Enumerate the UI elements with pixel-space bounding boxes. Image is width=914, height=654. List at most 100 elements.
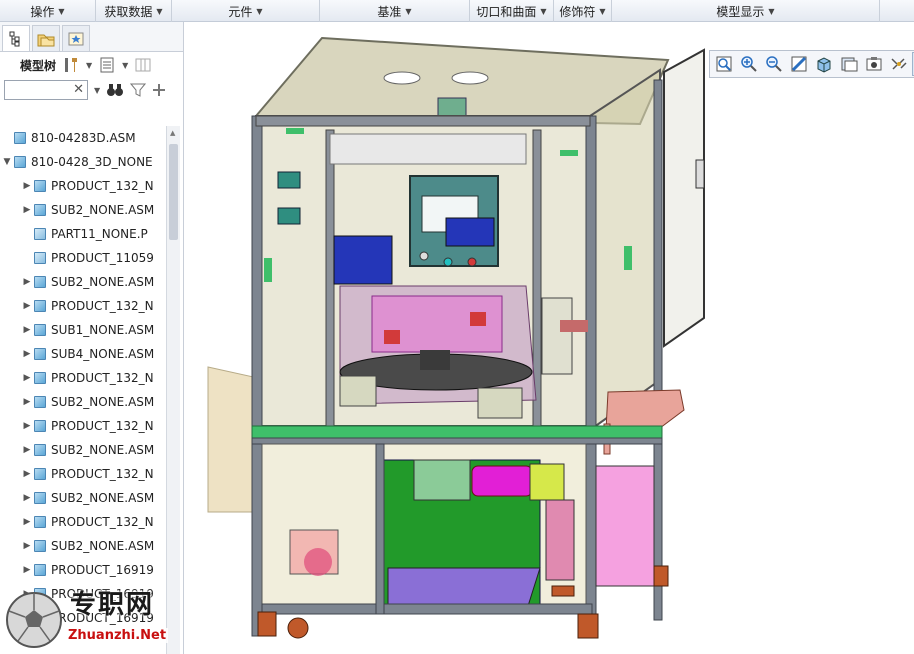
tree-row[interactable]: ▶ SUB2_NONE.ASM xyxy=(0,438,166,462)
chevron-down-icon[interactable]: ▼ xyxy=(94,86,100,95)
chevron-down-icon[interactable]: ▼ xyxy=(122,61,128,70)
expand-icon[interactable]: ▶ xyxy=(20,421,34,431)
side-frame xyxy=(545,499,575,581)
menu-group-cut-surface[interactable]: 切口和曲面 ▼ xyxy=(470,0,554,22)
expand-icon[interactable]: ▶ xyxy=(20,181,34,191)
show-settings-icon[interactable] xyxy=(98,56,116,74)
zoom-out-button[interactable] xyxy=(762,52,786,76)
motor-bracket xyxy=(529,463,565,501)
assembly-model-view[interactable] xyxy=(185,22,914,654)
tree-row-label: PRODUCT_11059 xyxy=(51,251,154,265)
zoom-in-button[interactable] xyxy=(737,52,761,76)
navigator-panel: 模型树 ▼ ▼ ✕ ▼ 810-04283D.ASM ▼ 810-0428_3D_N… xyxy=(0,22,184,654)
view-manager-icon xyxy=(866,57,882,71)
frame-post-inner xyxy=(325,129,335,431)
tree-row[interactable]: ▶ PRODUCT_132_N xyxy=(0,462,166,486)
tree-row[interactable]: ▶ SUB4_NONE.ASM xyxy=(0,342,166,366)
assembly-icon xyxy=(34,492,46,504)
menu-group-model-display[interactable]: 模型显示 ▼ xyxy=(612,0,880,22)
datum-display-button[interactable] xyxy=(887,52,911,76)
menu-group-component[interactable]: 元件 ▼ xyxy=(172,0,320,22)
scrollbar-thumb[interactable] xyxy=(169,144,178,240)
green-clip xyxy=(560,150,578,156)
expand-icon[interactable]: ▶ xyxy=(20,301,34,311)
tree-row-label: SUB2_NONE.ASM xyxy=(51,443,155,457)
filter-icon[interactable] xyxy=(130,82,147,98)
menu-group-modifiers[interactable]: 修饰符 ▼ xyxy=(554,0,612,22)
tree-row-label: PRODUCT_132_N xyxy=(51,299,154,313)
expand-icon[interactable]: ▶ xyxy=(20,349,34,359)
open-door xyxy=(663,48,705,348)
tab-model-tree[interactable] xyxy=(2,25,30,51)
model-tree-toolbar: 模型树 ▼ ▼ xyxy=(0,52,183,78)
menu-group-label: 基准 xyxy=(377,4,402,19)
expand-icon[interactable]: ▶ xyxy=(20,325,34,335)
tree-row[interactable]: ▶ SUB2_NONE.ASM xyxy=(0,270,166,294)
tree-row[interactable]: 810-04283D.ASM xyxy=(0,126,166,150)
zoom-out-icon xyxy=(766,56,782,72)
tree-row[interactable]: ▶ PRODUCT_132_N xyxy=(0,174,166,198)
tree-row-label: SUB1_NONE.ASM xyxy=(51,323,155,337)
chevron-down-icon: ▼ xyxy=(768,6,775,16)
menu-group-more xyxy=(880,0,914,22)
tree-row[interactable]: ▶ PRODUCT_132_N xyxy=(0,366,166,390)
graphics-window[interactable] xyxy=(185,22,914,654)
tree-row[interactable]: PRODUCT_11059 xyxy=(0,246,166,270)
tab-favorites[interactable] xyxy=(62,25,90,51)
view-manager-button[interactable] xyxy=(862,52,886,76)
expand-icon[interactable]: ▶ xyxy=(20,397,34,407)
collapse-icon[interactable]: ▼ xyxy=(0,157,14,167)
tree-row[interactable]: ▼ 810-0428_3D_NONE xyxy=(0,150,166,174)
binoculars-icon[interactable] xyxy=(106,82,124,98)
tree-row[interactable]: ▶ SUB2_NONE.ASM xyxy=(0,198,166,222)
menu-group-label: 切口和曲面 xyxy=(476,4,537,19)
clear-icon[interactable]: ✕ xyxy=(73,82,84,97)
display-style-button[interactable] xyxy=(812,52,836,76)
tree-row-label: SUB2_NONE.ASM xyxy=(51,395,155,409)
expand-icon[interactable]: ▶ xyxy=(20,565,34,575)
menu-group-get-data[interactable]: 获取数据 ▼ xyxy=(96,0,172,22)
add-icon[interactable] xyxy=(152,83,166,97)
expand-icon[interactable]: ▶ xyxy=(20,205,34,215)
tools-icon[interactable] xyxy=(62,56,80,74)
table-beam xyxy=(251,437,663,445)
tree-row[interactable]: ▶ PRODUCT_132_N xyxy=(0,510,166,534)
expand-icon[interactable]: ▶ xyxy=(20,373,34,383)
tree-row[interactable]: ▶ PRODUCT_132_N xyxy=(0,294,166,318)
tree-row[interactable]: ▶ SUB2_NONE.ASM xyxy=(0,486,166,510)
tree-row[interactable]: PART11_NONE.P xyxy=(0,222,166,246)
columns-icon[interactable] xyxy=(134,56,152,74)
expand-icon[interactable]: ▶ xyxy=(20,493,34,503)
assembly-icon xyxy=(34,204,46,216)
refit-button[interactable] xyxy=(712,52,736,76)
scroll-up-icon[interactable]: ▲ xyxy=(170,129,175,137)
frame-post-left xyxy=(251,115,263,637)
chevron-down-icon[interactable]: ▼ xyxy=(86,61,92,70)
tree-row[interactable]: ▶ PRODUCT_16919 xyxy=(0,558,166,582)
saved-views-button[interactable] xyxy=(837,52,861,76)
tree-row[interactable]: ▶ SUB1_NONE.ASM xyxy=(0,318,166,342)
expand-icon[interactable]: ▶ xyxy=(20,277,34,287)
table-top-rail xyxy=(251,425,663,439)
hmi-button xyxy=(443,257,453,267)
tree-row[interactable]: ▶ SUB2_NONE.ASM xyxy=(0,390,166,414)
menu-group-operations[interactable]: 操作 ▼ xyxy=(0,0,96,22)
datum-display-icon xyxy=(891,58,907,70)
repaint-button[interactable] xyxy=(787,52,811,76)
expand-icon[interactable]: ▶ xyxy=(20,469,34,479)
output-tray xyxy=(605,389,685,431)
top-hole xyxy=(451,71,489,85)
model-tree-scrollbar[interactable]: ▲ xyxy=(166,126,180,654)
model-tree-icon xyxy=(9,31,20,46)
tree-row[interactable]: ▶ PRODUCT_132_N xyxy=(0,414,166,438)
menu-group-datum[interactable]: 基准 ▼ xyxy=(320,0,470,22)
tree-row[interactable]: ▶ SUB2_NONE.ASM xyxy=(0,534,166,558)
tab-folder-browser[interactable] xyxy=(32,25,60,51)
expand-icon[interactable]: ▶ xyxy=(20,541,34,551)
base-beam xyxy=(261,603,593,615)
expand-icon[interactable]: ▶ xyxy=(20,517,34,527)
model-tree-search-input[interactable]: ✕ xyxy=(4,80,88,100)
display-style-icon xyxy=(817,57,831,73)
fixture-block xyxy=(384,330,400,344)
expand-icon[interactable]: ▶ xyxy=(20,445,34,455)
